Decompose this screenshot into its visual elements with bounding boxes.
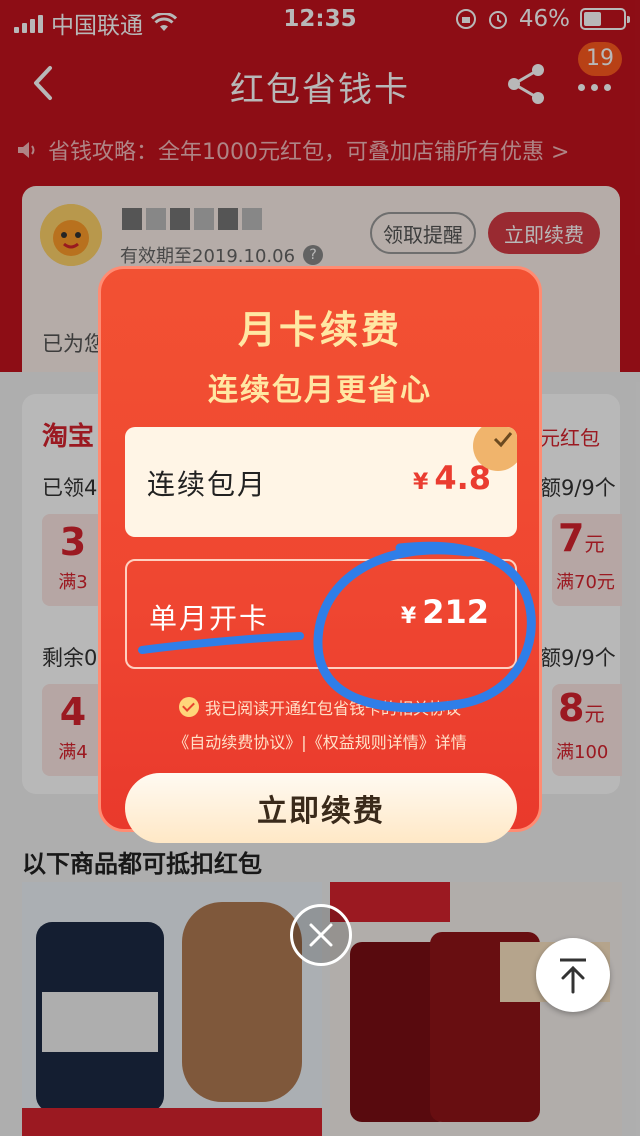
agreement-text: 我已阅读开通红包省钱卡的相关协议 — [204, 699, 461, 718]
renew-now-button[interactable]: 立即续费 — [125, 773, 517, 843]
back-to-top-button[interactable] — [536, 938, 610, 1012]
modal-title: 月卡续费 — [237, 308, 402, 352]
modal-subtitle: 连续包月更省心 — [208, 373, 432, 408]
option-price: ¥212 — [400, 593, 489, 631]
option-auto-renew[interactable]: 连续包月 ¥4.8 — [125, 427, 517, 537]
back-to-top-icon — [560, 958, 586, 994]
agreement-checkbox[interactable] — [178, 697, 199, 717]
option-label: 单月开卡 — [149, 602, 270, 635]
option-single-month[interactable]: 单月开卡 ¥212 — [125, 559, 517, 669]
agreement-links[interactable]: 《自动续费协议》|《权益规则详情》详情 — [101, 729, 539, 753]
agreement-row[interactable]: 我已阅读开通红包省钱卡的相关协议 — [101, 695, 539, 719]
check-icon — [493, 432, 513, 448]
option-price: ¥4.8 — [413, 459, 491, 497]
renewal-modal: 月卡续费 连续包月更省心 连续包月 ¥4.8 单月开卡 ¥212 我已阅读开通红… — [98, 266, 542, 843]
close-modal-button[interactable] — [290, 904, 352, 966]
close-icon — [309, 923, 333, 947]
option-label: 连续包月 — [147, 468, 268, 501]
